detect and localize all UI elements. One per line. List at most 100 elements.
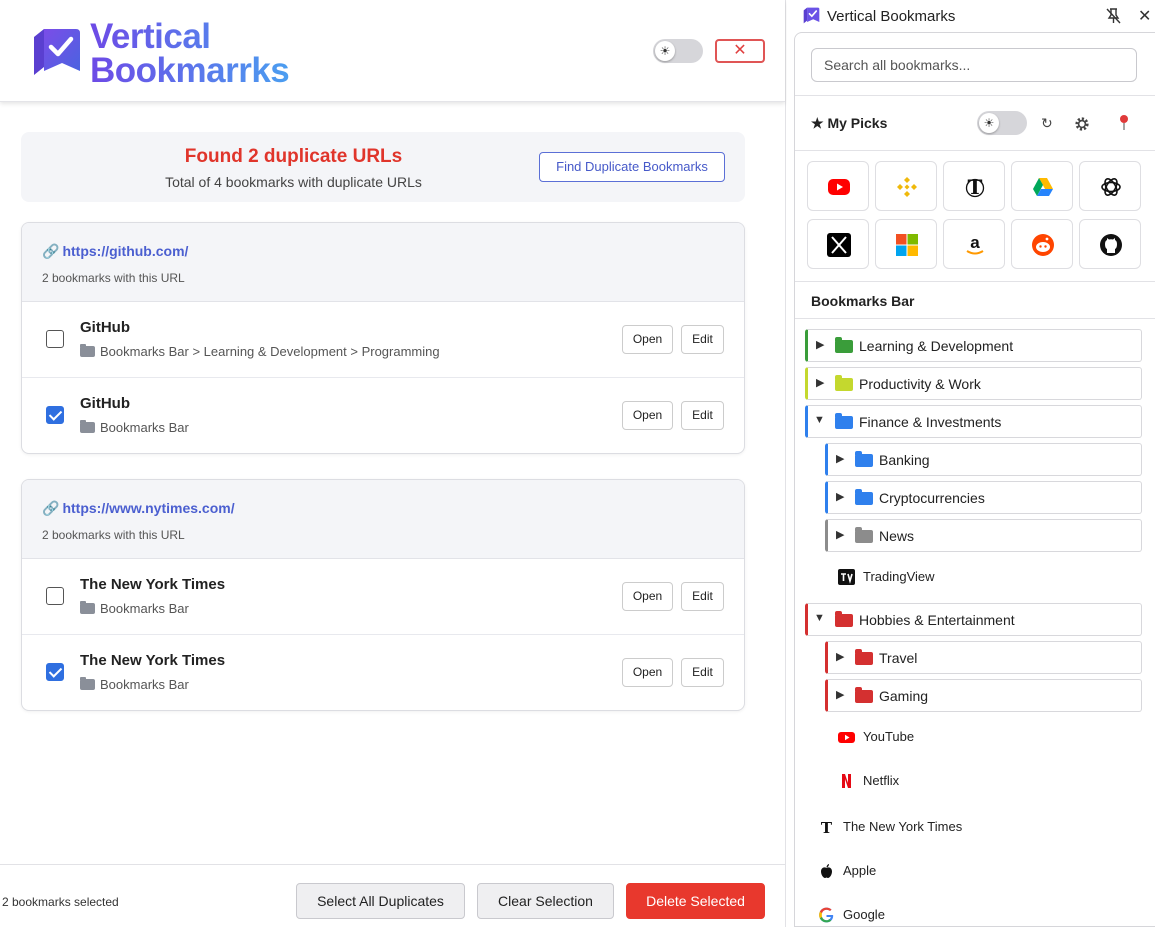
bookmark-label: The New York Times bbox=[843, 819, 963, 834]
bookmark-path: Bookmarks Bar bbox=[80, 420, 189, 435]
unpin-icon[interactable] bbox=[1106, 8, 1121, 24]
duplicate-row: GitHub Bookmarks Bar > Learning & Develo… bbox=[22, 302, 744, 378]
search-area bbox=[795, 33, 1155, 96]
folder-travel[interactable]: ▶ Travel bbox=[825, 641, 1142, 674]
link-icon: 🔗 bbox=[42, 243, 60, 259]
open-button[interactable]: Open bbox=[622, 325, 673, 354]
header: Vertical Bookmarrks ☀ ✕ bbox=[0, 0, 785, 102]
sidebar-content: ★ My Picks ☀ ↻ bbox=[794, 32, 1155, 927]
amazon-icon: a bbox=[966, 233, 984, 255]
clear-selection-button[interactable]: Clear Selection bbox=[477, 883, 614, 919]
folder-finance-investments[interactable]: ▼ Finance & Investments bbox=[805, 405, 1142, 438]
google-drive-icon bbox=[1033, 178, 1053, 196]
youtube-icon bbox=[828, 179, 850, 195]
theme-toggle[interactable]: ☀ bbox=[653, 39, 703, 63]
find-duplicates-button[interactable]: Find Duplicate Bookmarks bbox=[539, 152, 725, 182]
folder-icon bbox=[855, 527, 873, 543]
app-icon bbox=[803, 7, 820, 24]
folder-icon bbox=[855, 687, 873, 703]
expand-arrow-icon[interactable]: ▶ bbox=[816, 376, 824, 389]
folder-banking[interactable]: ▶ Banking bbox=[825, 443, 1142, 476]
folder-icon bbox=[855, 649, 873, 665]
duplicate-group: 🔗 https://www.nytimes.com/ 2 bookmarks wi… bbox=[21, 479, 745, 711]
expand-arrow-icon[interactable]: ▶ bbox=[836, 490, 844, 503]
group-count: 2 bookmarks with this URL bbox=[42, 271, 185, 285]
bookmark-path-text: Bookmarks Bar > Learning & Development >… bbox=[100, 344, 440, 359]
delete-selected-button[interactable]: Delete Selected bbox=[626, 883, 765, 919]
pick-google-drive[interactable] bbox=[1011, 161, 1073, 211]
folder-icon bbox=[855, 489, 873, 505]
folder-label: Productivity & Work bbox=[859, 376, 981, 392]
bookmark-label: YouTube bbox=[863, 729, 915, 744]
row-checkbox[interactable] bbox=[46, 330, 64, 348]
row-checkbox[interactable] bbox=[46, 406, 64, 424]
close-panel-icon[interactable]: ✕ bbox=[1138, 6, 1151, 26]
gear-icon[interactable] bbox=[1074, 116, 1090, 132]
x-icon bbox=[827, 233, 851, 257]
folder-productivity-work[interactable]: ▶ Productivity & Work bbox=[805, 367, 1142, 400]
pin-icon[interactable] bbox=[1118, 114, 1130, 131]
my-picks-label: ★ My Picks bbox=[811, 115, 888, 131]
refresh-icon[interactable]: ↻ bbox=[1041, 115, 1053, 132]
folder-label: News bbox=[879, 528, 915, 544]
svg-text:a: a bbox=[970, 233, 980, 252]
pick-x[interactable] bbox=[807, 219, 869, 269]
openai-icon bbox=[1101, 178, 1121, 196]
pick-openai[interactable] bbox=[1079, 161, 1141, 211]
expand-arrow-icon[interactable]: ▶ bbox=[816, 338, 824, 351]
row-checkbox[interactable] bbox=[46, 663, 64, 681]
picks-theme-toggle[interactable]: ☀ bbox=[977, 111, 1027, 135]
pick-amazon[interactable]: a bbox=[943, 219, 1005, 269]
edit-button[interactable]: Edit bbox=[681, 658, 724, 687]
bookmark-title: GitHub bbox=[80, 319, 130, 336]
folder-hobbies-entertainment[interactable]: ▼ Hobbies & Entertainment bbox=[805, 603, 1142, 636]
open-button[interactable]: Open bbox=[622, 582, 673, 611]
sun-icon: ☀ bbox=[979, 113, 999, 133]
bookmark-label: Google bbox=[843, 907, 885, 922]
edit-button[interactable]: Edit bbox=[681, 325, 724, 354]
folder-cryptocurrencies[interactable]: ▶ Cryptocurrencies bbox=[825, 481, 1142, 514]
pick-nytimes[interactable]: T bbox=[943, 161, 1005, 211]
bookmark-path-text: Bookmarks Bar bbox=[100, 601, 189, 616]
pick-reddit[interactable] bbox=[1011, 219, 1073, 269]
apple-icon bbox=[821, 864, 832, 878]
nytimes-icon: T bbox=[821, 819, 833, 835]
folder-label: Cryptocurrencies bbox=[879, 490, 985, 506]
pick-youtube[interactable] bbox=[807, 161, 869, 211]
expand-arrow-icon[interactable]: ▶ bbox=[836, 452, 844, 465]
expand-arrow-icon[interactable]: ▶ bbox=[836, 688, 844, 701]
group-header: 🔗 https://www.nytimes.com/ 2 bookmarks wi… bbox=[22, 480, 744, 559]
folder-news[interactable]: ▶ News bbox=[825, 519, 1142, 552]
google-icon bbox=[819, 907, 834, 923]
bookmark-title: GitHub bbox=[80, 395, 130, 412]
open-button[interactable]: Open bbox=[622, 401, 673, 430]
bookmark-path-text: Bookmarks Bar bbox=[100, 677, 189, 692]
close-button[interactable]: ✕ bbox=[715, 39, 765, 63]
group-count: 2 bookmarks with this URL bbox=[42, 528, 185, 542]
duplicate-row: The New York Times Bookmarks Bar Open Ed… bbox=[22, 635, 744, 710]
expand-arrow-icon[interactable]: ▶ bbox=[836, 650, 844, 663]
collapse-arrow-icon[interactable]: ▼ bbox=[814, 612, 825, 624]
search-input[interactable] bbox=[811, 48, 1137, 82]
open-button[interactable]: Open bbox=[622, 658, 673, 687]
folder-learning-development[interactable]: ▶ Learning & Development bbox=[805, 329, 1142, 362]
nytimes-icon: T bbox=[965, 175, 985, 199]
pick-github[interactable] bbox=[1079, 219, 1141, 269]
row-checkbox[interactable] bbox=[46, 587, 64, 605]
pick-microsoft[interactable] bbox=[875, 219, 937, 269]
group-url-link[interactable]: 🔗 https://www.nytimes.com/ bbox=[42, 500, 235, 517]
github-icon bbox=[1100, 234, 1122, 256]
duplicate-row: The New York Times Bookmarks Bar Open Ed… bbox=[22, 559, 744, 635]
pick-binance[interactable] bbox=[875, 161, 937, 211]
bookmark-label: TradingView bbox=[863, 569, 935, 584]
group-url-link[interactable]: 🔗 https://github.com/ bbox=[42, 243, 188, 260]
bookmark-path: Bookmarks Bar > Learning & Development >… bbox=[80, 344, 440, 359]
collapse-arrow-icon[interactable]: ▼ bbox=[814, 414, 825, 426]
edit-button[interactable]: Edit bbox=[681, 582, 724, 611]
select-all-duplicates-button[interactable]: Select All Duplicates bbox=[296, 883, 465, 919]
binance-icon bbox=[897, 177, 917, 197]
folder-gaming[interactable]: ▶ Gaming bbox=[825, 679, 1142, 712]
edit-button[interactable]: Edit bbox=[681, 401, 724, 430]
bookmarks-bar-label: Bookmarks Bar bbox=[811, 293, 915, 309]
expand-arrow-icon[interactable]: ▶ bbox=[836, 528, 844, 541]
